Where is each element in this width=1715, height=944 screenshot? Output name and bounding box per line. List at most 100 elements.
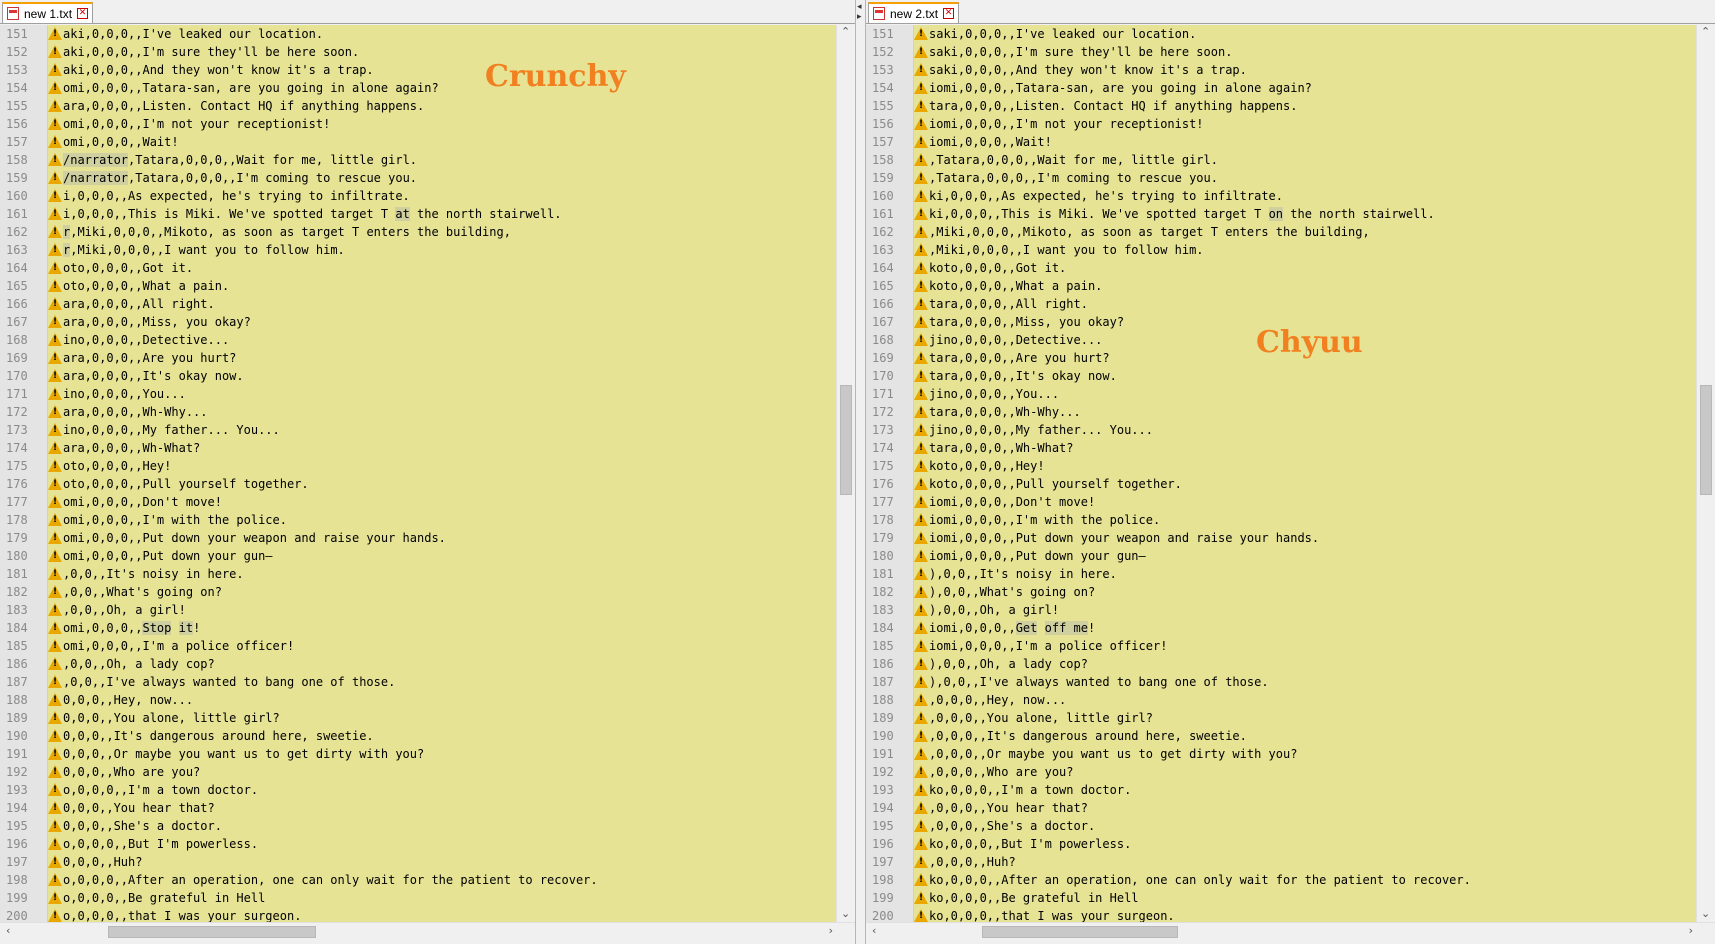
text-line[interactable]: iomi,0,0,0,,Get off me!: [914, 619, 1095, 637]
tab-new-2[interactable]: new 2.txt ✕: [868, 2, 960, 23]
horizontal-scrollbar[interactable]: ‹ ›: [866, 922, 1715, 941]
scroll-up-icon[interactable]: ⌃: [841, 25, 850, 38]
text-line[interactable]: ko,0,0,0,,But I'm powerless.: [914, 835, 1131, 853]
pane-splitter[interactable]: ◂ ▸: [855, 0, 866, 944]
text-line[interactable]: oto,0,0,0,,Hey!: [48, 457, 171, 475]
text-line[interactable]: ,0,0,,Oh, a lady cop?: [48, 655, 215, 673]
text-line[interactable]: omi,0,0,0,,Put down your gun—: [48, 547, 273, 565]
text-line[interactable]: o,0,0,0,,Be grateful in Hell: [48, 889, 265, 907]
text-line[interactable]: ,Miki,0,0,0,,I want you to follow him.: [914, 241, 1204, 259]
text-line[interactable]: omi,0,0,0,,I'm not your receptionist!: [48, 115, 330, 133]
text-line[interactable]: ino,0,0,0,,My father... You...: [48, 421, 280, 439]
text-line[interactable]: ara,0,0,0,,Are you hurt?: [48, 349, 236, 367]
text-line[interactable]: ino,0,0,0,,You...: [48, 385, 186, 403]
close-icon[interactable]: ✕: [77, 8, 89, 19]
text-line[interactable]: ko,0,0,0,,Be grateful in Hell: [914, 889, 1139, 907]
text-line[interactable]: aki,0,0,0,,I've leaked our location.: [48, 25, 323, 43]
text-line[interactable]: ,Tatara,0,0,0,,Wait for me, little girl.: [914, 151, 1218, 169]
text-line[interactable]: ino,0,0,0,,Detective...: [48, 331, 229, 349]
scrollbar-thumb[interactable]: [1700, 385, 1712, 495]
scroll-left-icon[interactable]: ‹: [6, 924, 10, 937]
text-line[interactable]: ,0,0,0,,Who are you?: [914, 763, 1074, 781]
text-line[interactable]: jino,0,0,0,,My father... You...: [914, 421, 1153, 439]
text-line[interactable]: ara,0,0,0,,Wh-What?: [48, 439, 200, 457]
chevron-right-icon[interactable]: ▸: [857, 12, 862, 22]
text-line[interactable]: i,0,0,0,,This is Miki. We've spotted tar…: [48, 205, 562, 223]
text-line[interactable]: ,0,0,0,,Hey, now...: [914, 691, 1066, 709]
text-line[interactable]: ,0,0,,What's going on?: [48, 583, 222, 601]
text-line[interactable]: aki,0,0,0,,And they won't know it's a tr…: [48, 61, 374, 79]
scroll-right-icon[interactable]: ›: [829, 924, 833, 937]
text-line[interactable]: ),0,0,,Oh, a lady cop?: [914, 655, 1088, 673]
text-line[interactable]: ara,0,0,0,,Listen. Contact HQ if anythin…: [48, 97, 424, 115]
text-line[interactable]: omi,0,0,0,,Don't move!: [48, 493, 222, 511]
text-line[interactable]: tara,0,0,0,,Wh-What?: [914, 439, 1074, 457]
vertical-scrollbar[interactable]: ⌃ ⌄: [1696, 25, 1715, 922]
text-line[interactable]: iomi,0,0,0,,Don't move!: [914, 493, 1095, 511]
text-line[interactable]: tara,0,0,0,,Wh-Why...: [914, 403, 1081, 421]
scrollbar-thumb[interactable]: [840, 385, 852, 495]
text-line[interactable]: 0,0,0,,Hey, now...: [48, 691, 193, 709]
left-editor[interactable]: 151 152 153 154 155 156 157 158 159 160 161 162 163 1…: [0, 25, 855, 922]
text-line[interactable]: ko,0,0,0,,I'm a town doctor.: [914, 781, 1131, 799]
text-line[interactable]: koto,0,0,0,,Got it.: [914, 259, 1066, 277]
text-line[interactable]: iomi,0,0,0,,Wait!: [914, 133, 1052, 151]
text-line[interactable]: 0,0,0,,Huh?: [48, 853, 142, 871]
scrollbar-thumb[interactable]: [108, 926, 316, 938]
scrollbar-thumb[interactable]: [982, 926, 1178, 938]
chevron-left-icon[interactable]: ◂: [857, 2, 862, 12]
scroll-down-icon[interactable]: ⌄: [841, 907, 850, 920]
text-line[interactable]: /narrator,Tatara,0,0,0,,I'm coming to re…: [48, 169, 417, 187]
text-line[interactable]: iomi,0,0,0,,I'm with the police.: [914, 511, 1160, 529]
text-line[interactable]: ,Tatara,0,0,0,,I'm coming to rescue you.: [914, 169, 1218, 187]
text-line[interactable]: koto,0,0,0,,What a pain.: [914, 277, 1102, 295]
text-line[interactable]: i,0,0,0,,As expected, he's trying to inf…: [48, 187, 410, 205]
text-line[interactable]: ),0,0,,Oh, a girl!: [914, 601, 1059, 619]
tab-new-1[interactable]: new 1.txt ✕: [2, 2, 94, 23]
text-line[interactable]: tara,0,0,0,,Listen. Contact HQ if anythi…: [914, 97, 1297, 115]
text-line[interactable]: o,0,0,0,,But I'm powerless.: [48, 835, 258, 853]
scroll-left-icon[interactable]: ‹: [872, 924, 876, 937]
text-line[interactable]: saki,0,0,0,,And they won't know it's a t…: [914, 61, 1247, 79]
text-line[interactable]: omi,0,0,0,,I'm with the police.: [48, 511, 287, 529]
text-line[interactable]: 0,0,0,,You hear that?: [48, 799, 215, 817]
text-line[interactable]: r,Miki,0,0,0,,I want you to follow him.: [48, 241, 345, 259]
text-line[interactable]: o,0,0,0,,that I was your surgeon.: [48, 907, 301, 922]
text-line[interactable]: omi,0,0,0,,Stop it!: [48, 619, 200, 637]
text-line[interactable]: jino,0,0,0,,You...: [914, 385, 1059, 403]
text-line[interactable]: ,0,0,0,,Huh?: [914, 853, 1016, 871]
text-area[interactable]: saki,0,0,0,,I've leaked our location. sak…: [914, 25, 1697, 922]
text-line[interactable]: koto,0,0,0,,Hey!: [914, 457, 1045, 475]
text-area[interactable]: aki,0,0,0,,I've leaked our location. aki,…: [48, 25, 837, 922]
text-line[interactable]: r,Miki,0,0,0,,Mikoto, as soon as target …: [48, 223, 511, 241]
text-line[interactable]: tara,0,0,0,,Are you hurt?: [914, 349, 1110, 367]
text-line[interactable]: iomi,0,0,0,,I'm not your receptionist!: [914, 115, 1204, 133]
scroll-right-icon[interactable]: ›: [1689, 924, 1693, 937]
text-line[interactable]: ara,0,0,0,,It's okay now.: [48, 367, 244, 385]
text-line[interactable]: saki,0,0,0,,I've leaked our location.: [914, 25, 1196, 43]
text-line[interactable]: ara,0,0,0,,Miss, you okay?: [48, 313, 251, 331]
text-line[interactable]: oto,0,0,0,,What a pain.: [48, 277, 229, 295]
text-line[interactable]: ,0,0,,Oh, a girl!: [48, 601, 186, 619]
text-line[interactable]: tara,0,0,0,,It's okay now.: [914, 367, 1117, 385]
text-line[interactable]: ,Miki,0,0,0,,Mikoto, as soon as target T…: [914, 223, 1370, 241]
vertical-scrollbar[interactable]: ⌃ ⌄: [836, 25, 855, 922]
text-line[interactable]: iomi,0,0,0,,Tatara-san, are you going in…: [914, 79, 1312, 97]
text-line[interactable]: ,0,0,0,,You alone, little girl?: [914, 709, 1153, 727]
text-line[interactable]: iomi,0,0,0,,Put down your gun—: [914, 547, 1146, 565]
text-line[interactable]: ki,0,0,0,,This is Miki. We've spotted ta…: [914, 205, 1435, 223]
text-line[interactable]: ,0,0,0,,You hear that?: [914, 799, 1088, 817]
text-line[interactable]: ),0,0,,I've always wanted to bang one of…: [914, 673, 1269, 691]
text-line[interactable]: 0,0,0,,It's dangerous around here, sweet…: [48, 727, 374, 745]
text-line[interactable]: 0,0,0,,Or maybe you want us to get dirty…: [48, 745, 424, 763]
text-line[interactable]: iomi,0,0,0,,Put down your weapon and rai…: [914, 529, 1319, 547]
text-line[interactable]: jino,0,0,0,,Detective...: [914, 331, 1102, 349]
text-line[interactable]: ara,0,0,0,,Wh-Why...: [48, 403, 208, 421]
text-line[interactable]: tara,0,0,0,,All right.: [914, 295, 1088, 313]
text-line[interactable]: ,0,0,0,,She's a doctor.: [914, 817, 1095, 835]
text-line[interactable]: tara,0,0,0,,Miss, you okay?: [914, 313, 1124, 331]
text-line[interactable]: ,0,0,0,,Or maybe you want us to get dirt…: [914, 745, 1297, 763]
text-line[interactable]: o,0,0,0,,After an operation, one can onl…: [48, 871, 598, 889]
text-line[interactable]: ),0,0,,What's going on?: [914, 583, 1095, 601]
text-line[interactable]: omi,0,0,0,,Put down your weapon and rais…: [48, 529, 446, 547]
